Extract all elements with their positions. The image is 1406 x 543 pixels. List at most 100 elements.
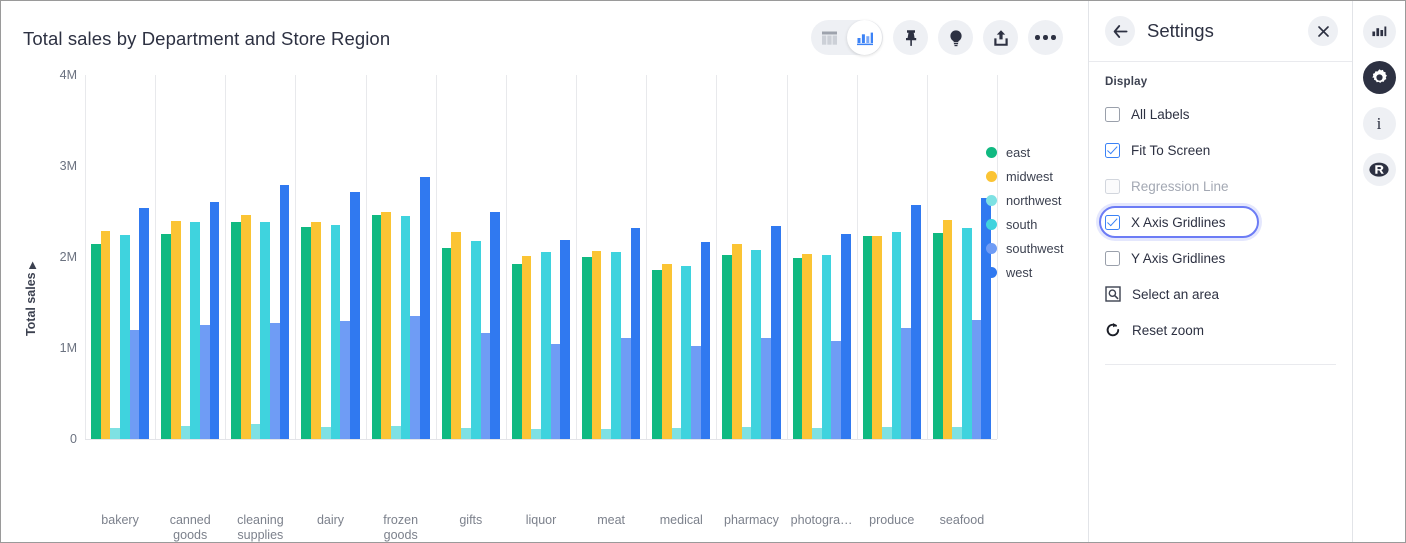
settings-close-button[interactable]	[1308, 16, 1338, 46]
bar[interactable]	[381, 212, 391, 440]
table-view-toggle[interactable]	[812, 20, 847, 55]
bar[interactable]	[110, 428, 120, 439]
bar[interactable]	[410, 316, 420, 439]
bar[interactable]	[592, 251, 602, 439]
bar[interactable]	[241, 215, 251, 439]
bar[interactable]	[681, 266, 691, 439]
option-regression-line[interactable]: Regression Line	[1099, 168, 1332, 204]
bar[interactable]	[301, 227, 311, 439]
bar[interactable]	[531, 429, 541, 439]
view-mode-toggle[interactable]	[811, 20, 883, 55]
bar[interactable]	[190, 222, 200, 439]
bar[interactable]	[761, 338, 771, 439]
bar[interactable]	[560, 240, 570, 439]
bar[interactable]	[911, 205, 921, 439]
bar[interactable]	[200, 325, 210, 439]
bar[interactable]	[872, 236, 882, 439]
bar[interactable]	[892, 232, 902, 439]
bar[interactable]	[812, 428, 822, 439]
checkbox-icon[interactable]	[1105, 143, 1120, 158]
legend-item-southwest[interactable]: southwest	[986, 236, 1064, 260]
bar[interactable]	[722, 255, 732, 439]
bar[interactable]	[652, 270, 662, 439]
bar[interactable]	[251, 424, 261, 439]
bar[interactable]	[822, 255, 832, 439]
bar[interactable]	[841, 234, 851, 439]
bar[interactable]	[551, 344, 561, 439]
more-options-button[interactable]	[1028, 20, 1063, 55]
option-y-axis-gridlines[interactable]: Y Axis Gridlines	[1099, 240, 1332, 276]
bar[interactable]	[512, 264, 522, 439]
insights-button[interactable]	[938, 20, 973, 55]
bar[interactable]	[481, 333, 491, 439]
bar[interactable]	[732, 244, 742, 439]
bar[interactable]	[101, 231, 111, 439]
pin-button[interactable]	[893, 20, 928, 55]
bar[interactable]	[882, 427, 892, 439]
option-x-axis-gridlines[interactable]: X Axis Gridlines	[1099, 206, 1259, 238]
bar[interactable]	[311, 222, 321, 439]
option-fit-to-screen[interactable]: Fit To Screen	[1099, 132, 1332, 168]
bar[interactable]	[442, 248, 452, 439]
bar[interactable]	[451, 232, 461, 439]
bar[interactable]	[901, 328, 911, 439]
bar[interactable]	[601, 429, 611, 439]
bar[interactable]	[672, 428, 682, 439]
bar[interactable]	[91, 244, 101, 439]
option-reset-zoom[interactable]: Reset zoom	[1099, 312, 1332, 348]
bar[interactable]	[933, 233, 943, 439]
bar[interactable]	[161, 234, 171, 439]
bar[interactable]	[270, 323, 280, 439]
bar[interactable]	[321, 427, 331, 439]
bar[interactable]	[210, 202, 220, 439]
bar[interactable]	[130, 330, 140, 439]
bar[interactable]	[340, 321, 350, 439]
legend-item-northwest[interactable]: northwest	[986, 188, 1064, 212]
bar[interactable]	[863, 236, 873, 439]
bar[interactable]	[631, 228, 641, 439]
info-icon[interactable]: i	[1363, 107, 1396, 140]
bar[interactable]	[522, 256, 532, 439]
settings-gear-icon[interactable]	[1363, 61, 1396, 94]
bar[interactable]	[231, 222, 241, 439]
settings-back-button[interactable]	[1105, 16, 1135, 46]
bar[interactable]	[260, 222, 270, 439]
legend-item-south[interactable]: south	[986, 212, 1064, 236]
bar[interactable]	[350, 192, 360, 439]
bar[interactable]	[420, 177, 430, 439]
checkbox-icon[interactable]	[1105, 215, 1120, 230]
r-logo-icon[interactable]	[1363, 153, 1396, 186]
bar[interactable]	[691, 346, 701, 439]
bar[interactable]	[802, 254, 812, 439]
bar[interactable]	[943, 220, 953, 439]
bar[interactable]	[952, 427, 962, 439]
bar[interactable]	[331, 225, 341, 439]
checkbox-icon[interactable]	[1105, 251, 1120, 266]
bar[interactable]	[471, 241, 481, 439]
bar[interactable]	[972, 320, 982, 439]
bar[interactable]	[742, 427, 752, 439]
bar[interactable]	[372, 215, 382, 439]
option-select-an-area[interactable]: Select an area	[1099, 276, 1332, 312]
bar[interactable]	[793, 258, 803, 439]
bar[interactable]	[611, 252, 621, 439]
bar[interactable]	[541, 252, 551, 439]
bar[interactable]	[490, 212, 500, 439]
legend-item-east[interactable]: east	[986, 140, 1064, 164]
bar[interactable]	[962, 228, 972, 439]
bar[interactable]	[401, 216, 411, 439]
bar[interactable]	[582, 257, 592, 439]
bar[interactable]	[120, 235, 130, 439]
legend-item-midwest[interactable]: midwest	[986, 164, 1064, 188]
bar[interactable]	[391, 426, 401, 439]
bar[interactable]	[171, 221, 181, 439]
share-button[interactable]	[983, 20, 1018, 55]
option-all-labels[interactable]: All Labels	[1099, 96, 1332, 132]
checkbox-icon[interactable]	[1105, 179, 1120, 194]
bar[interactable]	[751, 250, 761, 439]
visualization-icon[interactable]	[1363, 15, 1396, 48]
bar[interactable]	[662, 264, 672, 439]
chart-view-toggle[interactable]	[847, 20, 882, 55]
bar[interactable]	[280, 185, 290, 439]
bar[interactable]	[771, 226, 781, 439]
